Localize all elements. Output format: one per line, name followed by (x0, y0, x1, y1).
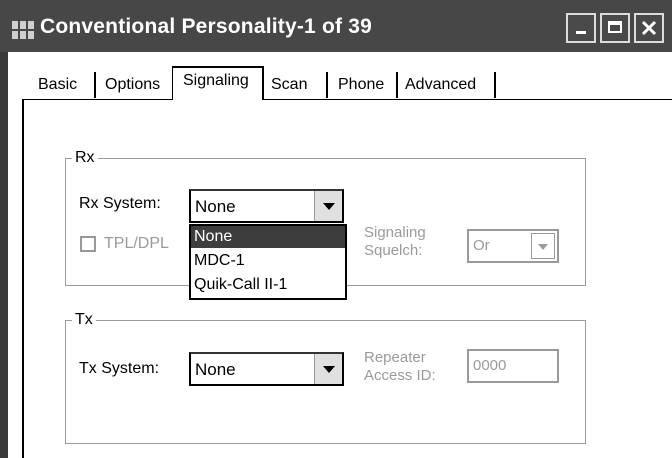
tab-advanced[interactable]: Advanced (405, 72, 476, 96)
tpl-dpl-label: TPL/DPL (104, 235, 169, 252)
rx-system-value: None (195, 197, 236, 216)
tab-basic[interactable]: Basic (38, 72, 77, 96)
tab-separator (326, 72, 328, 98)
close-icon (641, 20, 657, 36)
rx-system-dropdown-list: None MDC-1 Quik-Call II-1 (189, 224, 347, 300)
tab-options[interactable]: Options (105, 72, 160, 96)
rx-group-label: Rx (72, 149, 98, 167)
tx-system-select[interactable]: None (189, 352, 344, 386)
tab-separator (396, 72, 398, 98)
repeater-access-id-value: 0000 (473, 357, 507, 374)
repeater-access-id-field[interactable]: 0000 (467, 349, 559, 383)
tx-system-label: Tx System: (79, 360, 160, 377)
signaling-squelch-value: Or (473, 237, 490, 254)
app-icon (12, 21, 34, 39)
rx-system-select[interactable]: None (189, 189, 344, 223)
tab-separator (494, 72, 496, 98)
title-bar[interactable]: Conventional Personality-1 of 39 (0, 0, 672, 52)
tab-separator (94, 72, 96, 98)
tx-group-label: Tx (72, 311, 96, 329)
signaling-squelch-label-line2: Squelch: (364, 242, 423, 259)
chevron-down-icon[interactable] (531, 233, 555, 259)
tab-phone[interactable]: Phone (338, 72, 384, 96)
close-button[interactable] (634, 13, 664, 43)
rx-system-label: Rx System: (79, 195, 161, 212)
dropdown-option-none[interactable]: None (191, 226, 345, 248)
tpl-dpl-checkbox[interactable] (80, 236, 96, 252)
signaling-squelch-select[interactable]: Or (467, 229, 559, 263)
signaling-squelch-label-line1: Signaling (364, 224, 426, 241)
window-title: Conventional Personality-1 of 39 (40, 15, 372, 38)
dropdown-option-mdc-1[interactable]: MDC-1 (191, 250, 345, 272)
tab-panel-join (173, 98, 262, 101)
tab-signaling[interactable]: Signaling (183, 68, 249, 92)
repeater-access-id-label-line2: Access ID: (364, 367, 436, 384)
minimize-button[interactable] (566, 13, 596, 43)
tx-system-value: None (195, 360, 236, 379)
maximize-button[interactable] (600, 13, 630, 43)
chevron-down-icon[interactable] (314, 354, 342, 384)
repeater-access-id-label-line1: Repeater (364, 349, 426, 366)
chevron-down-icon[interactable] (314, 191, 342, 221)
dropdown-option-quik-call[interactable]: Quik-Call II-1 (191, 274, 345, 296)
tab-scan[interactable]: Scan (271, 72, 307, 96)
